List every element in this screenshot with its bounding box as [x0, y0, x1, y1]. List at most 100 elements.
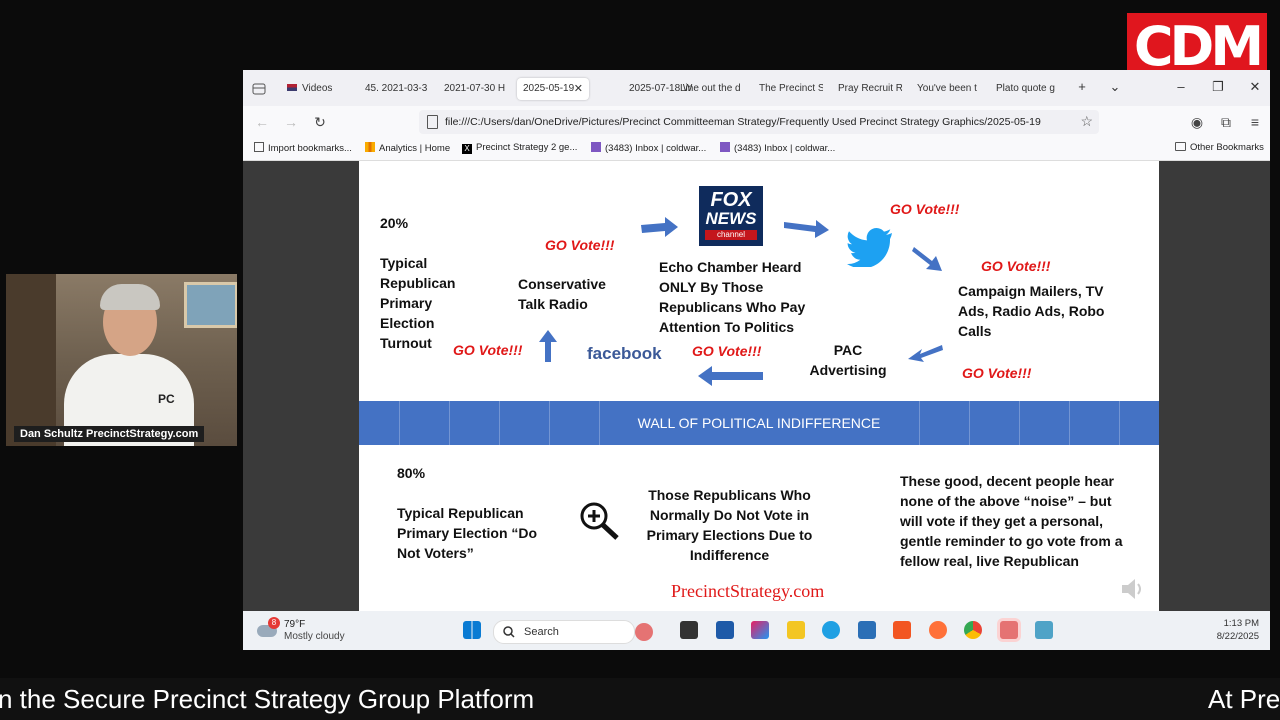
tab-label: Line out the d	[680, 83, 741, 94]
fox-logo-line3: channel	[705, 230, 757, 240]
chrome-icon[interactable]	[964, 621, 982, 639]
bookmark-analytics[interactable]: Analytics | Home	[365, 142, 450, 154]
minimize-icon[interactable]: –	[1171, 79, 1191, 94]
close-window-icon[interactable]: ✕	[1245, 79, 1265, 95]
menu-icon[interactable]: ≡	[1245, 114, 1265, 130]
tab-precinct-s[interactable]: The Precinct S	[759, 78, 823, 100]
magnifier-plus-icon	[580, 502, 619, 540]
arrow-down-left-icon	[908, 345, 943, 362]
x-logo-icon: X	[462, 144, 472, 154]
back-icon[interactable]: ←	[252, 114, 272, 130]
forward-icon[interactable]: →	[281, 114, 301, 130]
reload-icon[interactable]: ↻	[310, 114, 330, 131]
weather-badge: 8	[268, 617, 280, 629]
bookmark-label: Other Bookmarks	[1190, 142, 1264, 153]
bookmark-star-icon[interactable]: ☆	[1080, 113, 1093, 130]
go-vote-4: GO Vote!!!	[962, 365, 1032, 381]
list-tabs-chevron-icon[interactable]: ⌄	[1105, 79, 1125, 95]
tab-bar: Videos 45. 2021-03-3 2021-07-30 H 2025-0…	[243, 70, 1270, 106]
those-republicans-label: Those Republicans Who Normally Do Not Vo…	[646, 487, 813, 563]
remote-desktop-icon[interactable]	[1035, 621, 1053, 639]
task-view-icon[interactable]	[680, 621, 698, 639]
brave-icon[interactable]	[893, 621, 911, 639]
wall-label: WALL OF POLITICAL INDIFFERENCE	[637, 415, 881, 431]
tab-label: Pray Recruit R	[838, 83, 902, 94]
tab-2021-03[interactable]: 45. 2021-03-3	[365, 78, 429, 100]
go-vote-1: GO Vote!!!	[545, 237, 615, 253]
shirt-text: PC	[158, 392, 175, 406]
os-taskbar: 8 79°F Mostly cloudy Search 1:13 PM 8/22…	[243, 611, 1270, 650]
tab-label: Videos	[302, 83, 333, 94]
cloud-app-icon[interactable]	[1000, 621, 1018, 639]
ticker-text-right: At Pre	[1208, 684, 1280, 714]
tab-youve-been[interactable]: You've been t	[917, 78, 981, 100]
bottom-percentage: 80%	[397, 465, 426, 481]
tab-manager-icon[interactable]	[252, 82, 266, 95]
windows-start-icon[interactable]	[463, 621, 481, 639]
other-bookmarks[interactable]: Other Bookmarks	[1175, 142, 1264, 153]
weather-condition: Mostly cloudy	[284, 631, 345, 642]
tab-pray-recruit[interactable]: Pray Recruit R	[838, 78, 902, 100]
address-bar[interactable]: file:///C:/Users/dan/OneDrive/Pictures/P…	[419, 110, 1099, 134]
dell-icon[interactable]	[858, 621, 876, 639]
time: 1:13 PM	[1223, 618, 1259, 629]
bookmark-label: Import bookmarks...	[268, 143, 352, 154]
store-icon[interactable]	[716, 621, 734, 639]
webcam-feed: PC Dan Schultz PrecinctStrategy.com	[6, 274, 237, 446]
restore-icon[interactable]: ❐	[1208, 79, 1228, 95]
fox-logo-line1: FOX	[710, 189, 752, 211]
file-explorer-icon[interactable]	[787, 621, 805, 639]
analytics-icon	[365, 142, 375, 152]
go-vote-6: GO Vote!!!	[453, 342, 523, 358]
clock[interactable]: 1:13 PM 8/22/2025	[1217, 617, 1259, 643]
tab-plato-quote[interactable]: Plato quote g	[996, 78, 1060, 100]
talk-radio-label: Conservative Talk Radio	[518, 276, 606, 312]
arrow-right-icon	[641, 217, 678, 237]
extensions-icon[interactable]: ⧉	[1216, 114, 1236, 131]
tab-label: 2025-05-19	[523, 83, 575, 94]
logo-text: CDM	[1133, 15, 1264, 78]
tab-2021-07[interactable]: 2021-07-30 H	[444, 78, 508, 100]
edge-icon[interactable]	[822, 621, 840, 639]
bookmark-label: Analytics | Home	[379, 143, 451, 154]
close-tab-icon[interactable]: ✕	[574, 78, 583, 100]
tab-label: You've been t	[917, 83, 977, 94]
tab-label: Plato quote g	[996, 83, 1055, 94]
facebook-logo: facebook	[587, 344, 662, 363]
bookmark-inbox-1[interactable]: (3483) Inbox | coldwar...	[591, 142, 706, 154]
new-tab-icon[interactable]: +	[1072, 79, 1092, 94]
top-left-label: Typical Republican Primary Election Turn…	[380, 255, 456, 351]
wall-banner: WALL OF POLITICAL INDIFFERENCE	[359, 401, 1159, 445]
firefox-icon[interactable]	[929, 621, 947, 639]
arrow-up-icon	[539, 330, 557, 362]
bookmark-label: (3483) Inbox | coldwar...	[605, 143, 707, 154]
search-placeholder: Search	[524, 626, 559, 638]
navigation-bar: ← → ↻ file:///C:/Users/dan/OneDrive/Pict…	[243, 106, 1270, 138]
news-ticker: n the Secure Precinct Strategy Group Pla…	[0, 678, 1280, 720]
tab-label: 2021-07-30 H	[444, 83, 506, 94]
browser-window: Videos 45. 2021-03-3 2021-07-30 H 2025-0…	[243, 70, 1270, 650]
fox-news-logo: FOX NEWS channel	[699, 186, 763, 246]
background-picture	[184, 282, 237, 328]
tab-videos[interactable]: Videos	[287, 78, 357, 100]
copilot-icon[interactable]	[751, 621, 769, 639]
bookmark-label: Precinct Strategy 2 ge...	[476, 142, 578, 153]
bookmark-inbox-2[interactable]: (3483) Inbox | coldwar...	[720, 142, 835, 154]
mail-icon	[720, 142, 730, 152]
speaker-icon[interactable]	[1119, 577, 1147, 601]
account-icon[interactable]: ◉	[1187, 114, 1207, 131]
import-icon	[254, 142, 264, 152]
bookmark-x[interactable]: X Precinct Strategy 2 ge...	[462, 142, 577, 154]
presenter-hair	[100, 284, 160, 310]
tab-2025-05-active[interactable]: 2025-05-19 ✕	[517, 78, 589, 100]
bookmark-import[interactable]: Import bookmarks...	[254, 142, 352, 154]
echo-chamber-label: Echo Chamber Heard ONLY By Those Republi…	[659, 259, 806, 335]
tab-line-out[interactable]: Line out the d	[680, 78, 744, 100]
twitter-bird-icon	[847, 228, 892, 267]
folder-icon	[1175, 142, 1186, 151]
mail-icon	[591, 142, 601, 152]
taskbar-search[interactable]: Search	[493, 620, 653, 644]
pac-label: PAC Advertising	[809, 342, 887, 378]
ticker-text-left: n the Secure Precinct Strategy Group Pla…	[0, 684, 535, 714]
tab-label: The Precinct S	[759, 83, 823, 94]
